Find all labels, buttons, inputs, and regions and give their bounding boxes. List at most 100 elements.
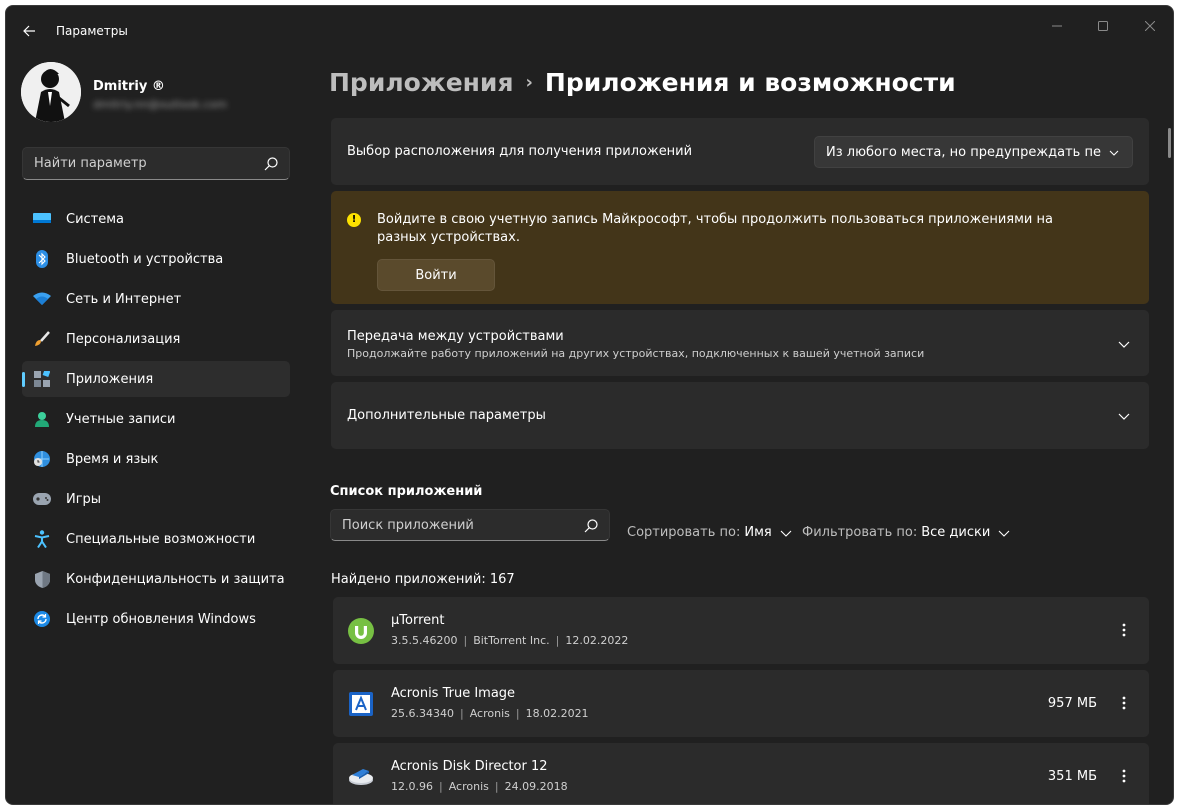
more-vertical-icon (1122, 623, 1126, 637)
chevron-down-icon (998, 530, 1010, 537)
advanced-options-title: Дополнительные параметры (347, 408, 546, 423)
sidebar-nav: Система Bluetooth и устройства Сеть и Ин… (22, 201, 290, 641)
user-profile[interactable]: Dmitriy ® dmitriy.nn@outlook.com (21, 62, 291, 126)
share-across-devices-card[interactable]: Передача между устройствами Продолжайте … (331, 310, 1149, 376)
app-version: 12.0.96 (391, 780, 433, 793)
bluetooth-icon (33, 250, 51, 268)
search-icon (584, 519, 598, 533)
sidebar-item-label: Система (66, 211, 125, 227)
app-list-item: Acronis Disk Director 12 12.0.96 | Acronis… (333, 743, 1149, 804)
warning-icon: ! (347, 213, 361, 227)
sidebar-item-system[interactable]: Система (22, 201, 290, 237)
more-vertical-icon (1122, 769, 1126, 783)
chevron-down-icon (780, 530, 792, 537)
sidebar-item-label: Специальные возможности (66, 531, 256, 547)
monitor-icon (33, 210, 51, 228)
shield-icon (33, 570, 51, 588)
install-source-dropdown[interactable]: Из любого места, но предупреждать пере (814, 136, 1133, 168)
sidebar-item-bluetooth[interactable]: Bluetooth и устройства (22, 241, 290, 277)
breadcrumb: Приложения › Приложения и возможности (329, 68, 956, 97)
share-across-title: Передача между устройствами (347, 329, 564, 344)
wifi-icon (33, 290, 51, 308)
more-options-button[interactable] (1113, 764, 1135, 788)
more-options-button[interactable] (1113, 691, 1135, 715)
sidebar-item-network[interactable]: Сеть и Интернет (22, 281, 290, 317)
app-size: 351 МБ (1047, 769, 1097, 784)
sort-label: Сортировать по: (627, 525, 741, 540)
sort-dropdown[interactable]: Сортировать по: Имя (627, 525, 792, 540)
app-publisher: Acronis (448, 780, 489, 793)
utorrent-icon (348, 618, 374, 644)
app-list-item: Acronis True Image 25.6.34340 | Acronis | 18… (333, 670, 1149, 737)
arrow-left-icon (23, 25, 35, 37)
sidebar-item-label: Bluetooth и устройства (66, 251, 224, 267)
app-search[interactable] (330, 509, 610, 541)
sort-value: Имя (744, 525, 772, 540)
user-name: Dmitriy ® (93, 79, 165, 94)
install-source-label: Выбор расположения для получения приложе… (347, 144, 693, 159)
app-name: Acronis True Image (391, 686, 516, 701)
active-indicator (22, 372, 25, 387)
close-icon (1145, 21, 1155, 31)
more-vertical-icon (1122, 696, 1126, 710)
app-name: Acronis Disk Director 12 (391, 759, 548, 774)
breadcrumb-separator: › (525, 72, 533, 93)
sidebar-item-label: Персонализация (66, 331, 181, 347)
more-options-button[interactable] (1113, 618, 1135, 642)
sidebar-item-time-language[interactable]: Время и язык (22, 441, 290, 477)
apps-found-count: Найдено приложений: 167 (331, 572, 515, 587)
sidebar-item-label: Учетные записи (66, 411, 176, 427)
advanced-options-card[interactable]: Дополнительные параметры (331, 382, 1149, 449)
signin-banner-text: Войдите в свою учетную запись Майкрософт… (377, 212, 1053, 245)
accessibility-icon (33, 530, 51, 548)
filter-label: Фильтровать по: (802, 525, 918, 540)
close-button[interactable] (1127, 10, 1173, 42)
share-across-subtitle: Продолжайте работу приложений на других … (347, 347, 925, 360)
user-email: dmitriy.nn@outlook.com (93, 98, 227, 111)
scrollbar-thumb[interactable] (1168, 128, 1171, 158)
app-version: 3.5.5.46200 (391, 634, 458, 647)
sidebar-item-label: Игры (66, 491, 102, 507)
install-source-card: Выбор расположения для получения приложе… (331, 118, 1149, 185)
settings-search[interactable] (22, 147, 290, 180)
apps-icon (33, 370, 51, 388)
app-list-heading: Список приложений (330, 484, 483, 499)
maximize-button[interactable] (1080, 10, 1126, 42)
globe-clock-icon (33, 450, 51, 468)
sidebar-item-label: Приложения (66, 371, 154, 387)
sidebar-item-label: Центр обновления Windows (66, 611, 256, 627)
sidebar-item-personalization[interactable]: Персонализация (22, 321, 290, 357)
title-bar: Параметры (6, 6, 1173, 54)
minimize-button[interactable] (1034, 10, 1080, 42)
sidebar-item-gaming[interactable]: Игры (22, 481, 290, 517)
app-install-date: 12.02.2022 (565, 634, 629, 647)
sidebar-item-windows-update[interactable]: Центр обновления Windows (22, 601, 290, 637)
sidebar-item-accessibility[interactable]: Специальные возможности (22, 521, 290, 557)
app-search-input[interactable] (331, 510, 576, 540)
chevron-down-icon (1118, 413, 1130, 420)
signin-banner: ! Войдите в свою учетную запись Майкросо… (331, 191, 1149, 304)
acronis-true-image-icon (349, 692, 373, 716)
search-icon (264, 157, 278, 171)
app-publisher: Acronis (469, 707, 510, 720)
filter-value: Все диски (921, 525, 991, 540)
update-icon (33, 610, 51, 628)
breadcrumb-parent[interactable]: Приложения (329, 68, 514, 97)
app-meta: 12.0.96 | Acronis | 24.09.2018 (391, 780, 568, 793)
avatar (21, 62, 81, 122)
app-meta: 3.5.5.46200 | BitTorrent Inc. | 12.02.2022 (391, 634, 629, 647)
filter-dropdown[interactable]: Фильтровать по: Все диски (802, 525, 1010, 540)
gamepad-icon (33, 490, 51, 508)
settings-window: Параметры Dmitriy ® dmitriy.nn@outlook.c… (5, 5, 1174, 805)
app-name: µTorrent (391, 613, 445, 628)
back-button[interactable] (18, 20, 40, 42)
brush-icon (33, 330, 51, 348)
signin-button[interactable]: Войти (377, 259, 495, 291)
settings-search-input[interactable] (23, 148, 253, 179)
sidebar-item-accounts[interactable]: Учетные записи (22, 401, 290, 437)
chevron-down-icon (1118, 341, 1130, 348)
app-version: 25.6.34340 (391, 707, 454, 720)
sidebar-item-privacy[interactable]: Конфиденциальность и защита (22, 561, 290, 597)
app-meta: 25.6.34340 | Acronis | 18.02.2021 (391, 707, 589, 720)
sidebar-item-apps[interactable]: Приложения (22, 361, 290, 397)
